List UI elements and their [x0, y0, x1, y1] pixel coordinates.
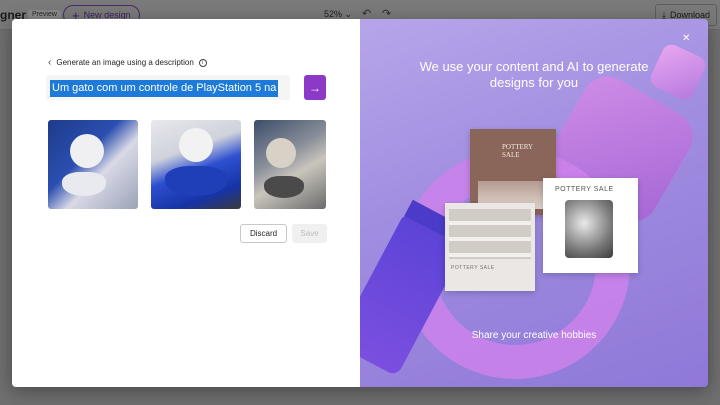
generated-image-1[interactable] — [48, 120, 138, 209]
generate-button[interactable]: → — [304, 75, 326, 100]
card-title: POTTERY SALE — [451, 265, 495, 271]
promo-panel: We use your content and AI to generate d… — [360, 19, 708, 387]
card-title: POTTERY SALE — [502, 143, 533, 159]
chevron-left-icon: ‹ — [48, 57, 52, 68]
prompt-text: Um gato com um controle de PlayStation 5… — [50, 80, 279, 97]
controller-shape — [165, 166, 227, 196]
pots-image — [565, 200, 613, 258]
promo-headline: We use your content and AI to generate d… — [419, 59, 649, 90]
close-icon[interactable]: ✕ — [682, 33, 690, 44]
generated-image-3[interactable] — [254, 120, 326, 209]
card-title: POTTERY SALE — [555, 186, 614, 193]
dialog-form-panel: ‹ Generate an image using a description … — [12, 19, 360, 387]
discard-button[interactable]: Discard — [240, 224, 287, 243]
chevron-down-icon: ⌄ — [344, 9, 353, 19]
controller-shape — [62, 172, 106, 196]
shelves-image — [449, 209, 531, 259]
pottery-card-white: POTTERY SALE — [543, 178, 638, 273]
preview-badge: Preview — [28, 10, 61, 19]
back-label: Generate an image using a description — [56, 58, 194, 67]
generated-image-2[interactable] — [151, 120, 241, 209]
controller-shape — [264, 176, 304, 198]
pottery-card-shelves: POTTERY SALE — [445, 203, 535, 291]
generate-image-dialog: ‹ Generate an image using a description … — [12, 19, 708, 387]
promo-footnote: Share your creative hobbies — [471, 330, 597, 341]
info-icon[interactable]: i — [198, 58, 207, 67]
cat-shape — [70, 134, 104, 168]
cat-shape — [266, 138, 296, 168]
arrow-right-icon: → — [309, 80, 321, 95]
save-button[interactable]: Save — [292, 224, 327, 243]
cat-shape — [179, 128, 213, 162]
prompt-input[interactable]: Um gato com um controle de PlayStation 5… — [46, 75, 290, 100]
back-link[interactable]: ‹ Generate an image using a description … — [48, 57, 207, 68]
